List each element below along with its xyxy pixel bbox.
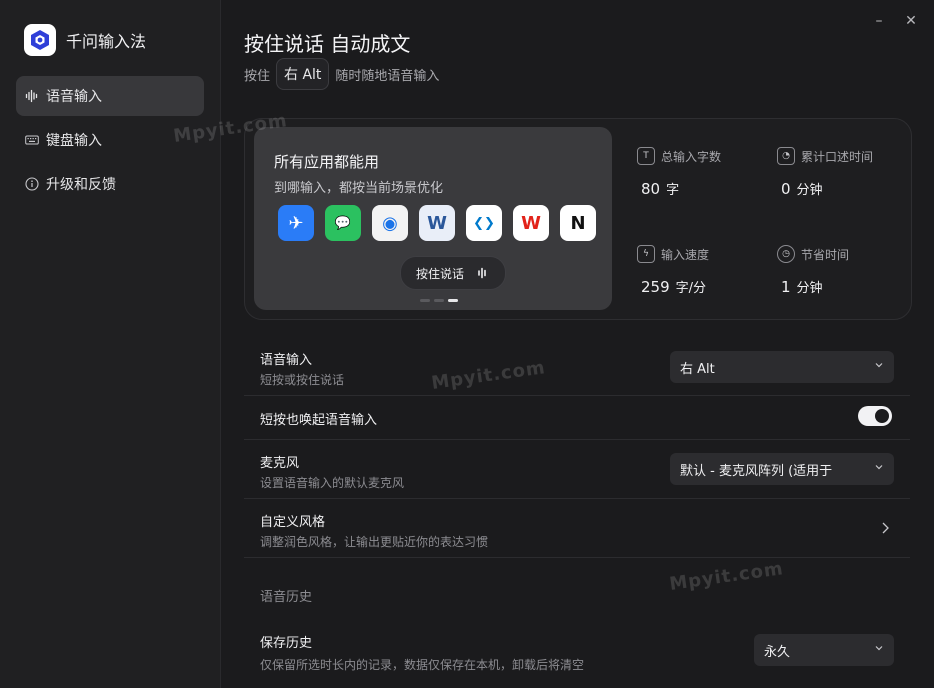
stat-unit: 字 — [666, 183, 680, 198]
stat-label: 累计口述时间 — [801, 149, 874, 164]
feishu-icon: ✈ — [278, 205, 314, 241]
lightning-icon: ϟ — [637, 245, 655, 263]
short-press-toggle[interactable] — [858, 406, 892, 426]
window-controls: – ✕ — [870, 12, 920, 30]
setting-desc: 短按或按住说话 — [260, 373, 345, 387]
microphone-select[interactable]: 默认 - 麦克风阵列 (适用于 — [670, 453, 894, 485]
waveform-icon — [478, 267, 486, 279]
subtitle-prefix: 按住 — [244, 68, 271, 84]
settings-list: 语音输入 短按或按住说话 右 Alt 短按也唤起语音输入 麦克风 设置语音输入的… — [244, 338, 910, 558]
chrome-icon: ◉ — [372, 205, 408, 241]
vscode-icon: ❮❯ — [466, 205, 502, 241]
stat-unit: 分钟 — [796, 281, 823, 296]
stat-value: 0 — [781, 180, 791, 198]
sidebar-item-label: 键盘输入 — [46, 133, 102, 149]
stat-label: 节省时间 — [801, 247, 850, 262]
overview-card: 所有应用都能用 到哪输入，都按当前场景优化 ✈ 💬 ◉ W ❮❯ W N 按住说话 T 总输入… — [244, 118, 912, 320]
minimize-button[interactable]: – — [870, 12, 888, 30]
stat-value: 259 — [641, 278, 670, 296]
app-logo-icon — [24, 24, 56, 56]
subtitle-suffix: 随时随地语音输入 — [335, 68, 440, 84]
voice-hotkey-select[interactable]: 右 Alt — [670, 351, 894, 383]
setting-title: 麦克风 — [260, 456, 300, 471]
wechat-icon: 💬 — [325, 205, 361, 241]
chevron-down-icon — [875, 363, 883, 368]
sidebar-item-voice-input[interactable]: 语音输入 — [16, 76, 204, 116]
page-subtitle: 按住 右 Alt 随时随地语音输入 — [244, 58, 439, 90]
feature-carousel: 所有应用都能用 到哪输入，都按当前场景优化 ✈ 💬 ◉ W ❮❯ W N 按住说话 — [254, 127, 612, 310]
carousel-dot[interactable] — [434, 299, 444, 302]
page-title: 按住说话 自动成文 — [244, 32, 411, 56]
setting-title: 短按也唤起语音输入 — [260, 413, 378, 428]
setting-save-history: 保存历史 仅保留所选时长内的记录，数据仅保存在本机，卸载后将清空 永久 — [244, 624, 910, 688]
chevron-right-icon — [882, 522, 889, 534]
feature-title: 所有应用都能用 — [274, 153, 380, 171]
setting-voice-input: 语音输入 短按或按住说话 右 Alt — [244, 338, 910, 396]
stat-unit: 字/分 — [675, 281, 707, 296]
stat-input-speed: ϟ 输入速度 259 字/分 — [637, 245, 767, 296]
carousel-dot[interactable] — [420, 299, 430, 302]
setting-microphone: 麦克风 设置语音输入的默认麦克风 默认 - 麦克风阵列 (适用于 — [244, 440, 910, 499]
stat-time-saved: ◷ 节省时间 1 分钟 — [777, 245, 907, 296]
close-button[interactable]: ✕ — [902, 12, 920, 30]
app-brand: 千问输入法 — [24, 24, 146, 56]
push-to-talk-button[interactable]: 按住说话 — [400, 256, 506, 290]
stat-value: 1 — [781, 278, 791, 296]
toggle-knob — [875, 409, 889, 423]
setting-title: 保存历史 — [260, 636, 313, 651]
sidebar: 千问输入法 语音输入 键盘输入 升级和反馈 — [0, 0, 221, 688]
supported-apps: ✈ 💬 ◉ W ❮❯ W N — [278, 205, 596, 241]
main-content: – ✕ 按住说话 自动成文 按住 右 Alt 随时随地语音输入 所有应用都能用 … — [172, 0, 934, 688]
select-value: 右 Alt — [680, 361, 715, 377]
text-t-icon: T — [637, 147, 655, 165]
speaking-person-icon: ◔ — [777, 147, 795, 165]
stat-total-chars: T 总输入字数 80 字 — [637, 147, 767, 198]
setting-desc: 设置语音输入的默认麦克风 — [260, 476, 405, 490]
setting-desc: 调整润色风格，让输出更贴近你的表达习惯 — [260, 535, 489, 549]
setting-custom-style[interactable]: 自定义风格 调整润色风格，让输出更贴近你的表达习惯 — [244, 499, 910, 558]
select-value: 默认 - 麦克风阵列 (适用于 — [680, 463, 833, 479]
app-name: 千问输入法 — [66, 32, 147, 51]
chevron-down-icon — [875, 465, 883, 470]
wps-icon: W — [513, 205, 549, 241]
clock-icon: ◷ — [777, 245, 795, 263]
hotkey-chip: 右 Alt — [276, 58, 330, 90]
stat-label: 输入速度 — [661, 247, 710, 262]
watermark: Mpyit.com — [668, 558, 785, 595]
setting-desc: 仅保留所选时长内的记录，数据仅保存在本机，卸载后将清空 — [260, 658, 585, 672]
waveform-icon — [24, 88, 40, 104]
keyboard-icon — [24, 132, 40, 148]
stat-value: 80 — [641, 180, 661, 198]
word-icon: W — [419, 205, 455, 241]
select-value: 永久 — [764, 644, 791, 660]
setting-short-press: 短按也唤起语音输入 — [244, 396, 910, 440]
setting-title: 语音输入 — [260, 353, 313, 368]
push-to-talk-label: 按住说话 — [415, 266, 464, 281]
sidebar-item-upgrade-feedback[interactable]: 升级和反馈 — [16, 164, 204, 204]
notion-icon: N — [560, 205, 596, 241]
carousel-dot-active[interactable] — [448, 299, 458, 302]
stat-unit: 分钟 — [796, 183, 823, 198]
history-duration-select[interactable]: 永久 — [754, 634, 894, 666]
setting-title: 自定义风格 — [260, 515, 326, 530]
sidebar-item-label: 升级和反馈 — [46, 177, 116, 193]
carousel-dots — [420, 299, 458, 302]
stat-dictation-time: ◔ 累计口述时间 0 分钟 — [777, 147, 907, 198]
feature-subtitle: 到哪输入，都按当前场景优化 — [274, 181, 444, 196]
info-icon — [24, 176, 40, 192]
stat-label: 总输入字数 — [661, 149, 722, 164]
sidebar-item-label: 语音输入 — [46, 89, 102, 105]
section-voice-history: 语音历史 — [260, 590, 313, 605]
chevron-down-icon — [875, 646, 883, 651]
